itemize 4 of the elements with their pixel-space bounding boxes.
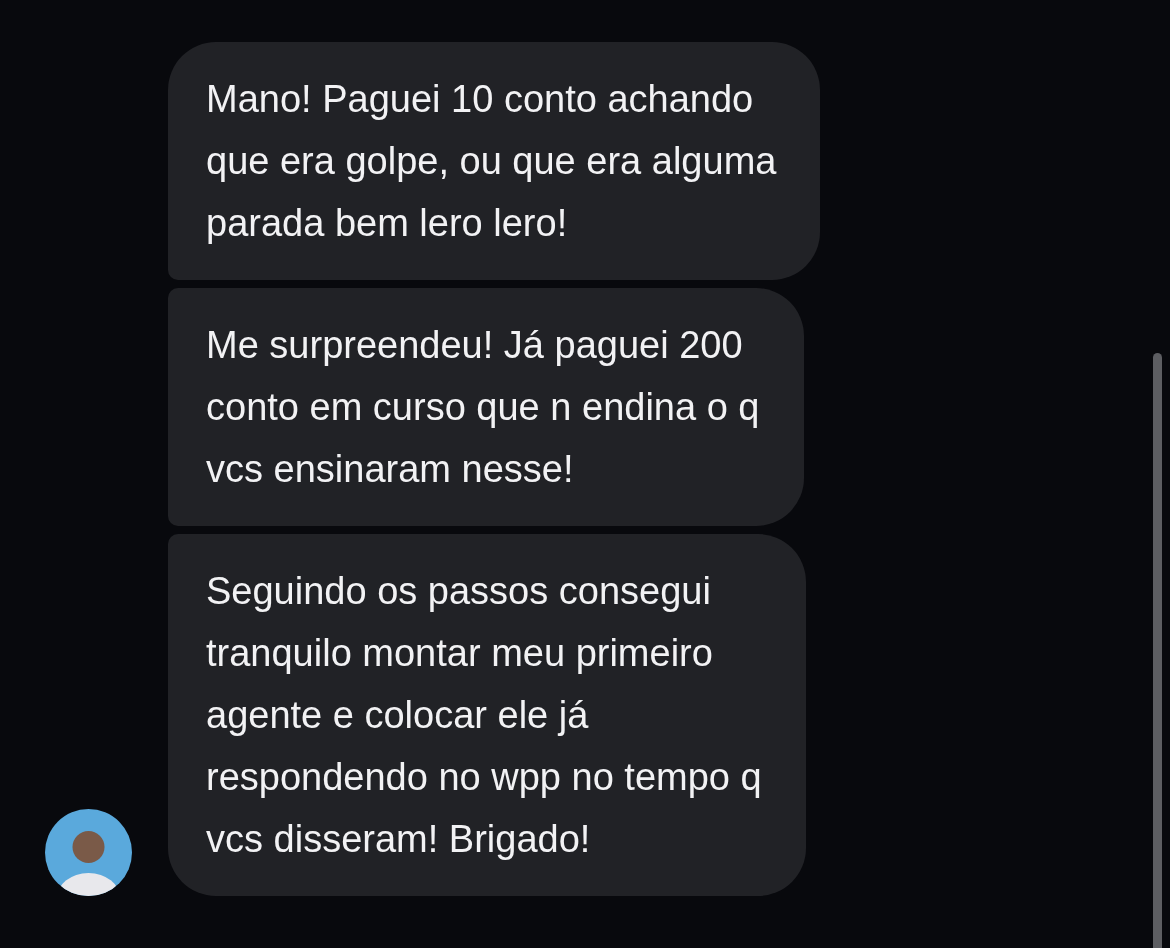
message-text: Seguindo os passos consegui tranquilo montar meu primeiro agente e colocar ele já respondendo no wpp no tempo q vcs disseram! Brigado! — [206, 569, 762, 862]
message-text: Me surpreendeu! Já paguei 200 conto em curso que n endina o q vcs ensinaram nesse! — [206, 323, 760, 492]
scrollbar[interactable] — [1153, 353, 1162, 948]
message-text: Mano! Paguei 10 conto achando que era golpe, ou que era alguma parada bem lero lero! — [206, 77, 777, 246]
